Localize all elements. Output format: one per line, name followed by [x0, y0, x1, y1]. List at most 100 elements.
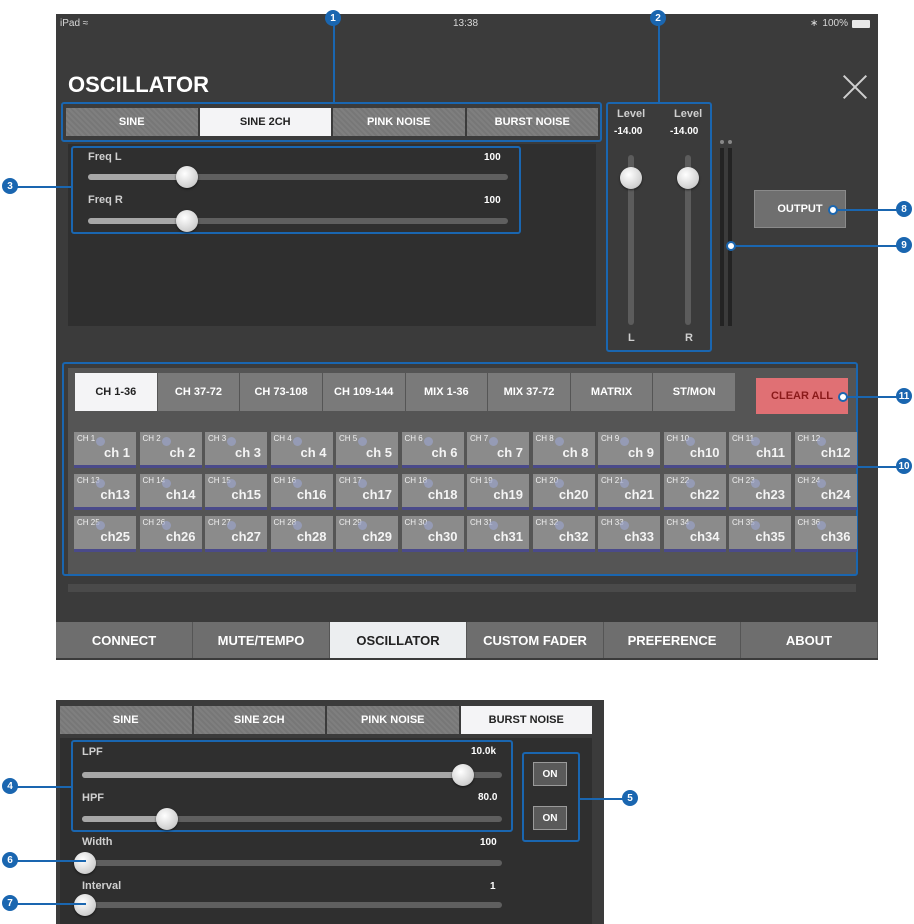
channel-number: CH 6 [404, 434, 423, 443]
channel-button[interactable]: CH 9 ch 9 [598, 432, 660, 468]
channel-button[interactable]: CH 24 ch24 [794, 474, 857, 510]
channel-button[interactable]: CH 27 ch27 [205, 516, 267, 552]
channel-name: ch33 [624, 529, 654, 544]
tab-mix-1-36[interactable]: MIX 1-36 [405, 373, 488, 411]
channel-name: ch 7 [496, 445, 523, 460]
freq-r-slider[interactable] [88, 210, 508, 232]
channel-name: ch12 [820, 445, 851, 460]
channel-name: ch18 [427, 487, 458, 502]
channel-button[interactable]: CH 36 ch36 [794, 516, 857, 552]
channel-button[interactable]: CH 33 ch33 [598, 516, 660, 552]
burst-tab-sine[interactable]: SINE [60, 706, 192, 734]
freq-r-value: 100 [484, 195, 501, 206]
channel-button[interactable]: CH 17 ch17 [336, 474, 398, 510]
lpf-slider[interactable] [82, 764, 502, 786]
channel-button[interactable]: CH 34 ch34 [663, 516, 726, 552]
level-r-fader[interactable] [677, 155, 699, 325]
channel-button[interactable]: CH 15 ch15 [205, 474, 267, 510]
close-icon[interactable] [842, 74, 868, 100]
callout-badge-8: 8 [896, 201, 912, 217]
tab-sine[interactable]: SINE [66, 108, 198, 136]
hpf-knob[interactable] [156, 808, 178, 830]
level-l-value: -14.00 [614, 126, 643, 137]
channel-button[interactable]: CH 21 ch21 [598, 474, 660, 510]
channel-button[interactable]: CH 3 ch 3 [205, 432, 267, 468]
channel-button[interactable]: CH 20 ch20 [532, 474, 595, 510]
channel-button[interactable]: CH 13 ch13 [74, 474, 136, 510]
hpf-on-button[interactable]: ON [533, 806, 567, 830]
lpf-knob[interactable] [452, 764, 474, 786]
tab-ch-1-36[interactable]: CH 1-36 [75, 373, 157, 411]
channel-button[interactable]: CH 5 ch 5 [336, 432, 398, 468]
channel-button[interactable]: CH 31 ch31 [467, 516, 529, 552]
tab-matrix[interactable]: MATRIX [570, 373, 653, 411]
channel-button[interactable]: CH 8 ch 8 [532, 432, 595, 468]
channel-button[interactable]: CH 25 ch25 [74, 516, 136, 552]
channel-button[interactable]: CH 12 ch12 [794, 432, 857, 468]
channel-button[interactable]: CH 7 ch 7 [467, 432, 529, 468]
status-time: 13:38 [453, 18, 479, 29]
nav-about[interactable]: ABOUT [741, 622, 878, 658]
channel-button[interactable]: CH 22 ch22 [663, 474, 726, 510]
tab-mix-37-72[interactable]: MIX 37-72 [488, 373, 570, 411]
leader-4 [14, 786, 72, 788]
leader-5 [580, 798, 624, 800]
tab-ch-109-144[interactable]: CH 109-144 [322, 373, 405, 411]
width-slider[interactable] [74, 852, 502, 874]
leader-2 [658, 24, 660, 102]
channel-number: CH 4 [273, 434, 292, 443]
channel-button[interactable]: CH 2 ch 2 [139, 432, 202, 468]
channel-button[interactable]: CH 32 ch32 [532, 516, 595, 552]
channel-button[interactable]: CH 26 ch26 [139, 516, 202, 552]
tab-sine-2ch[interactable]: SINE 2CH [199, 108, 331, 136]
channel-button[interactable]: CH 29 ch29 [336, 516, 398, 552]
burst-tab-sine-2ch[interactable]: SINE 2CH [193, 706, 325, 734]
level-r-knob[interactable] [677, 167, 699, 189]
channel-button[interactable]: CH 19 ch19 [467, 474, 529, 510]
channel-name: ch19 [493, 487, 523, 502]
channel-button[interactable]: CH 30 ch30 [401, 516, 464, 552]
lpf-on-button[interactable]: ON [533, 762, 567, 786]
tab-burst-noise[interactable]: BURST NOISE [466, 108, 598, 136]
channel-button[interactable]: CH 23 ch23 [729, 474, 791, 510]
channel-name: ch31 [493, 529, 523, 544]
hpf-value: 80.0 [478, 792, 498, 803]
channel-button[interactable]: CH 6 ch 6 [401, 432, 464, 468]
channel-name: ch23 [755, 487, 785, 502]
nav-connect[interactable]: CONNECT [56, 622, 193, 658]
channel-button[interactable]: CH 18 ch18 [401, 474, 464, 510]
fader-r-channel: R [685, 332, 693, 344]
width-knob[interactable] [74, 852, 96, 874]
interval-slider[interactable] [74, 894, 502, 916]
level-l-knob[interactable] [620, 167, 642, 189]
hpf-slider[interactable] [82, 808, 502, 830]
freq-l-knob[interactable] [176, 166, 198, 188]
tab-st-mon[interactable]: ST/MON [653, 373, 735, 411]
channel-button[interactable]: CH 14 ch14 [139, 474, 202, 510]
nav-custom-fader[interactable]: CUSTOM FADER [467, 622, 604, 658]
channel-button[interactable]: CH 10 ch10 [663, 432, 726, 468]
freq-l-slider[interactable] [88, 166, 508, 188]
callout-badge-11: 11 [896, 388, 912, 404]
channel-button[interactable]: CH 28 ch28 [270, 516, 333, 552]
channel-name: ch27 [231, 529, 261, 544]
interval-knob[interactable] [74, 894, 96, 916]
channel-button[interactable]: CH 4 ch 4 [270, 432, 333, 468]
tab-ch-73-108[interactable]: CH 73-108 [240, 373, 322, 411]
channel-button[interactable]: CH 11 ch11 [729, 432, 791, 468]
channel-button[interactable]: CH 16 ch16 [270, 474, 333, 510]
burst-tab-burst-noise[interactable]: BURST NOISE [460, 706, 592, 734]
leader-7 [14, 903, 86, 905]
clear-all-button[interactable]: CLEAR ALL [756, 378, 848, 414]
freq-r-knob[interactable] [176, 210, 198, 232]
level-l-fader[interactable] [620, 155, 642, 325]
tab-pink-noise[interactable]: PINK NOISE [333, 108, 465, 136]
channel-button[interactable]: CH 35 ch35 [729, 516, 791, 552]
channel-button[interactable]: CH 1 ch 1 [74, 432, 136, 468]
bluetooth-icon: ∗ [810, 18, 819, 29]
nav-mute-tempo[interactable]: MUTE/TEMPO [193, 622, 330, 658]
burst-tab-pink-noise[interactable]: PINK NOISE [327, 706, 459, 734]
nav-preference[interactable]: PREFERENCE [604, 622, 741, 658]
nav-oscillator[interactable]: OSCILLATOR [330, 622, 467, 658]
tab-ch-37-72[interactable]: CH 37-72 [157, 373, 240, 411]
